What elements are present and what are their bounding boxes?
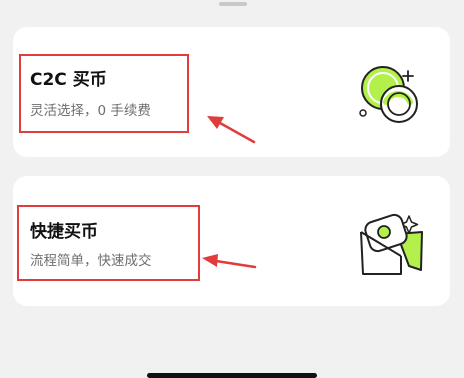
home-indicator[interactable] (147, 373, 317, 378)
option-subtitle: 流程简单，快速成交 (30, 253, 152, 269)
option-subtitle: 灵活选择，0 手续费 (30, 103, 151, 119)
buy-crypto-sheet: C2C 买币 灵活选择，0 手续费 快捷买币 流程简单，快速成交 (0, 0, 464, 378)
option-title: 快捷买币 (30, 222, 98, 242)
coins-icon (359, 66, 418, 123)
quick-buy-option-card[interactable]: 快捷买币 流程简单，快速成交 (13, 176, 450, 306)
option-title: C2C 买币 (30, 70, 107, 90)
annotation-arrow (207, 116, 256, 144)
annotation-arrow (202, 254, 257, 269)
quick-buy-icon (360, 213, 423, 275)
sheet-grab-handle[interactable] (219, 2, 247, 6)
